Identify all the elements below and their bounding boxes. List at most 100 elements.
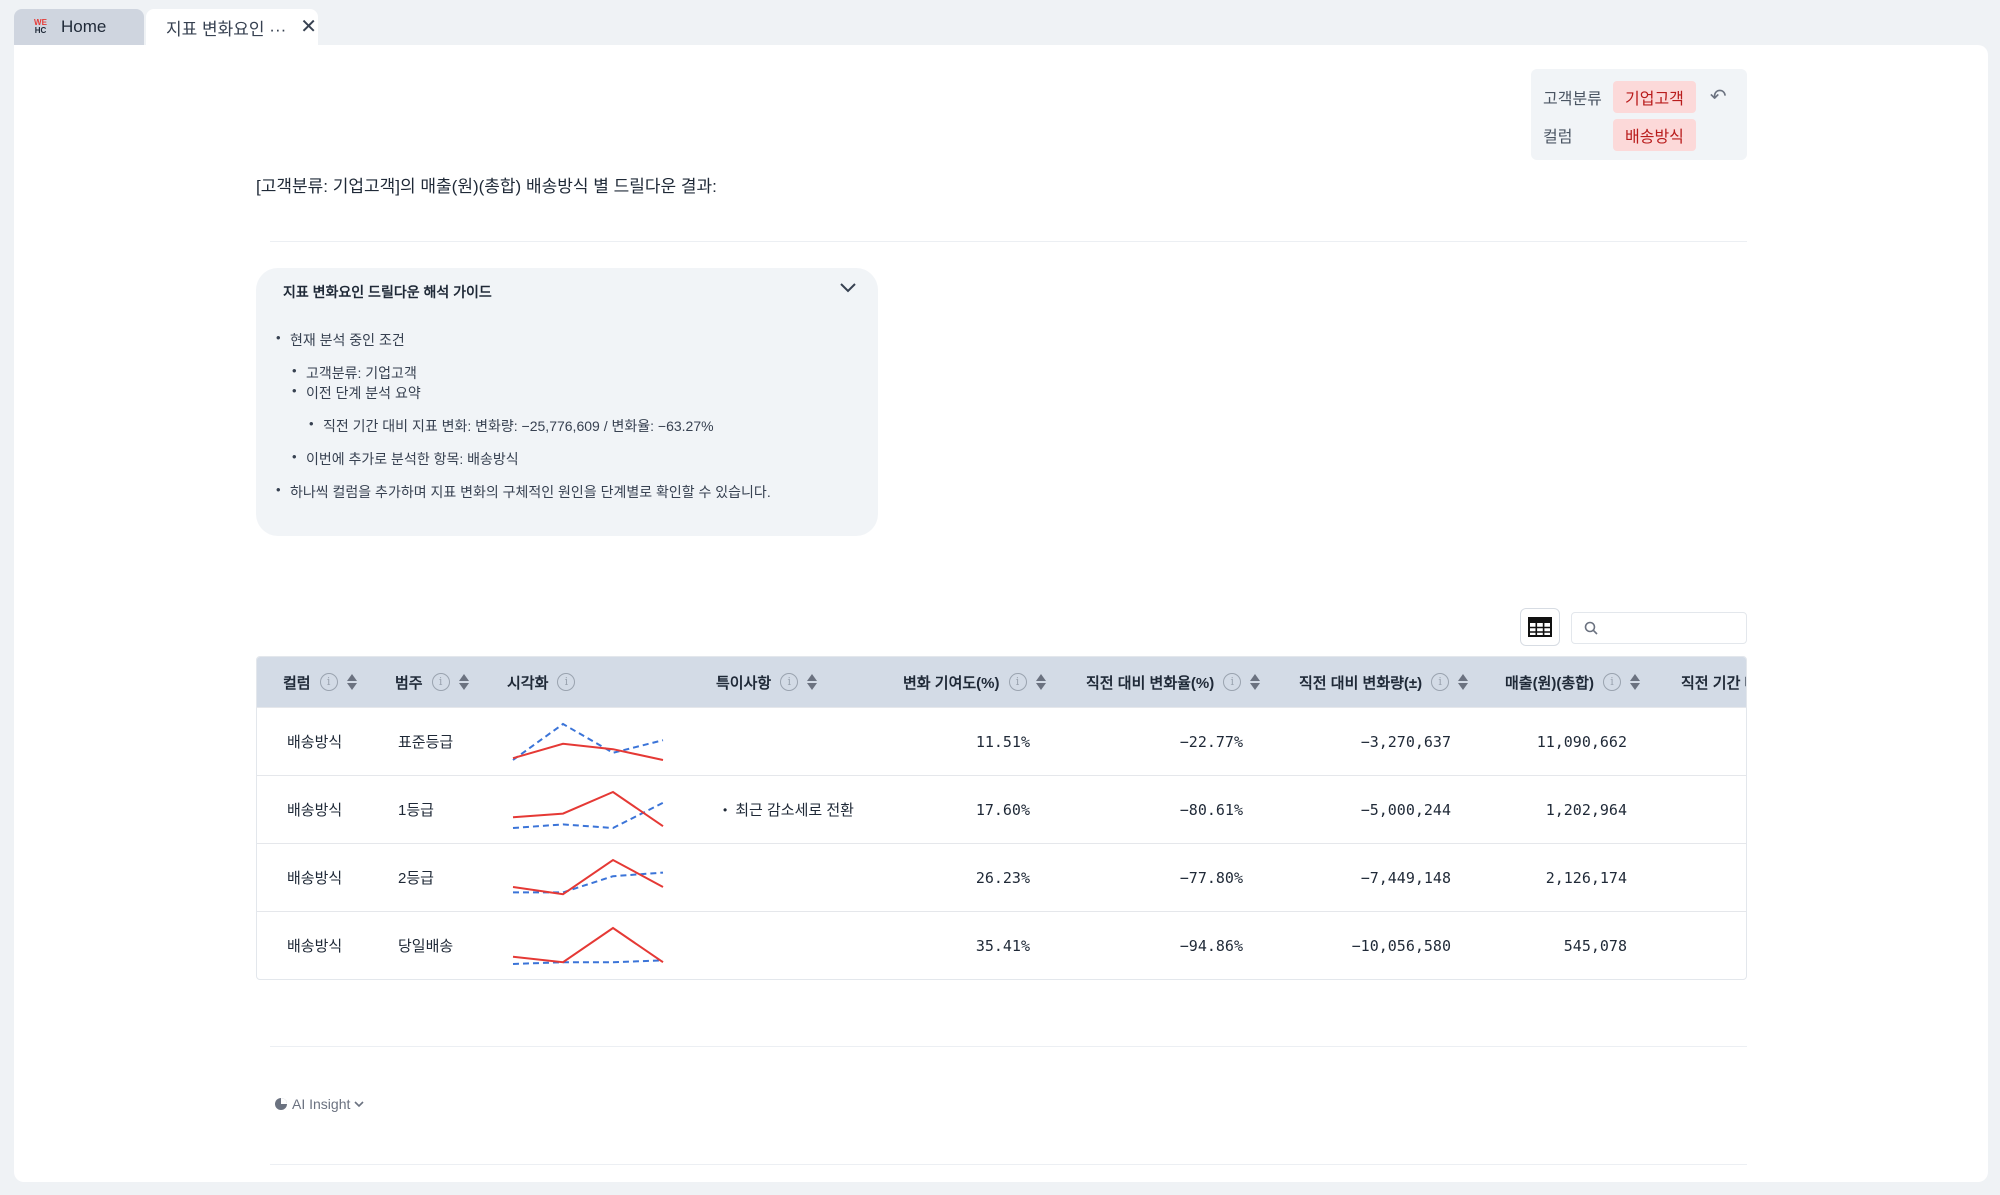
- cell-sales: 11,090,662: [1536, 732, 1627, 751]
- info-icon[interactable]: i: [780, 673, 799, 691]
- sparkline-previous: [512, 959, 664, 965]
- filter-key: 고객분류: [1543, 90, 1602, 108]
- ai-insight-toggle[interactable]: AI Insight: [274, 1096, 364, 1112]
- guide-item: 현재 분석 중인 조건: [276, 330, 405, 350]
- filter-row-customer: 고객분류 기업고객 ↶: [1543, 80, 1735, 113]
- sparkline-chart: [512, 722, 664, 761]
- sort-icon[interactable]: [1250, 674, 1261, 690]
- undo-icon[interactable]: ↶: [1710, 84, 1727, 109]
- table-icon: [1528, 617, 1552, 637]
- divider: [270, 241, 1747, 242]
- cell-change-amount: −7,449,148: [1360, 868, 1451, 887]
- search-input[interactable]: [1606, 620, 1746, 636]
- info-icon[interactable]: i: [1602, 673, 1621, 691]
- cell-column: 배송방식: [287, 870, 343, 887]
- cell-category: 당일배송: [398, 938, 454, 955]
- cell-category: 표준등급: [398, 734, 454, 751]
- tab-home[interactable]: WE HC Home: [14, 9, 144, 45]
- info-icon[interactable]: i: [1008, 673, 1027, 691]
- interpretation-guide: 지표 변화요인 드릴다운 해석 가이드 현재 분석 중인 조건 고객분류: 기업…: [256, 268, 878, 536]
- divider: [270, 1164, 1747, 1165]
- header-visualization: 시각화 i: [507, 657, 576, 707]
- cell-category: 1등급: [398, 802, 434, 819]
- tab-bar: WE HC Home 지표 변화요인 ··· ✕: [14, 9, 318, 45]
- info-icon[interactable]: i: [319, 673, 338, 691]
- guide-item: 이전 단계 분석 요약: [292, 383, 421, 403]
- chevron-down-icon[interactable]: [840, 280, 856, 298]
- drilldown-table: 컬럼 i 범주 i 시각화 i 특이사항 i 변화 기여도(%) i 직전 대비 변화율(…: [256, 656, 1747, 980]
- header-column[interactable]: 컬럼 i: [283, 657, 357, 707]
- header-sales[interactable]: 매출(원)(총합) i: [1505, 657, 1640, 707]
- table-row[interactable]: 배송방식 당일배송 35.41% −94.86% −10,056,580 545,078: [257, 911, 1746, 979]
- guide-item: 고객분류: 기업고객: [292, 363, 417, 383]
- cell-contribution: 17.60%: [975, 800, 1030, 819]
- tab-metric-drivers-label: 지표 변화요인 ···: [166, 19, 287, 39]
- ai-insight-label: AI Insight: [292, 1096, 351, 1112]
- table-header: 컬럼 i 범주 i 시각화 i 특이사항 i 변화 기여도(%) i 직전 대비 변화율(…: [257, 657, 1746, 707]
- cell-contribution: 26.23%: [975, 868, 1030, 887]
- sort-icon[interactable]: [807, 674, 818, 690]
- header-change-amount[interactable]: 직전 대비 변화량(±) i: [1299, 657, 1469, 707]
- guide-item: 직전 기간 대비 지표 변화: 변화량: −25,776,609 / 변화율: …: [309, 416, 714, 436]
- header-contribution[interactable]: 변화 기여도(%) i: [903, 657, 1046, 707]
- cell-sales: 545,078: [1563, 936, 1627, 955]
- cell-contribution: 35.41%: [975, 936, 1030, 955]
- filter-key: 컬럼: [1543, 128, 1573, 146]
- header-previous-sales[interactable]: 직전 기간 매: [1681, 657, 1746, 707]
- sparkline-current: [512, 926, 664, 964]
- table-row[interactable]: 배송방식 표준등급 11.51% −22.77% −3,270,637 11,090,66…: [257, 707, 1746, 775]
- cell-column: 배송방식: [287, 802, 343, 819]
- sparkline-current: [512, 790, 664, 828]
- sort-icon[interactable]: [1458, 674, 1469, 690]
- cell-note: 최근 감소세로 전환: [723, 776, 854, 843]
- filter-chip[interactable]: 배송방식: [1613, 118, 1696, 151]
- tab-metric-drivers[interactable]: 지표 변화요인 ··· ✕: [146, 9, 318, 45]
- info-icon[interactable]: i: [557, 673, 576, 691]
- table-row[interactable]: 배송방식 1등급 최근 감소세로 전환 17.60% −80.61% −5,000,244…: [257, 775, 1746, 843]
- header-note[interactable]: 특이사항 i: [716, 657, 818, 707]
- cell-column: 배송방식: [287, 734, 343, 751]
- sparkline-current: [512, 742, 664, 761]
- search-box: [1571, 612, 1747, 644]
- sort-icon[interactable]: [458, 674, 469, 690]
- cell-change-rate: −94.86%: [1179, 936, 1243, 955]
- ai-insight-icon: [275, 1098, 287, 1110]
- table-view-button[interactable]: [1520, 608, 1560, 646]
- cell-change-rate: −22.77%: [1179, 732, 1243, 751]
- cell-change-rate: −77.80%: [1179, 868, 1243, 887]
- cell-sales: 2,126,174: [1545, 868, 1627, 887]
- cell-change-amount: −10,056,580: [1351, 936, 1451, 955]
- cell-category: 2등급: [398, 870, 434, 887]
- sort-icon[interactable]: [1035, 674, 1046, 690]
- tab-home-label: Home: [61, 17, 107, 36]
- filter-chip[interactable]: 기업고객: [1613, 80, 1696, 113]
- table-row[interactable]: 배송방식 2등급 26.23% −77.80% −7,449,148 2,126,174: [257, 843, 1746, 911]
- cell-change-amount: −3,270,637: [1360, 732, 1451, 751]
- filter-summary: 고객분류 기업고객 ↶ 컬럼 배송방식: [1531, 69, 1747, 160]
- cell-change-amount: −5,000,244: [1360, 800, 1451, 819]
- guide-item: 하나씩 컬럼을 추가하며 지표 변화의 구체적인 원인을 단계별로 확인할 수 …: [276, 482, 771, 502]
- app-logo-icon: WE HC: [34, 17, 47, 35]
- info-icon[interactable]: i: [1431, 673, 1450, 691]
- sparkline-chart: [512, 790, 664, 830]
- result-title: [고객분류: 기업고객]의 매출(원)(총합) 배송방식 별 드릴다운 결과:: [256, 177, 717, 196]
- search-icon: [1584, 621, 1598, 635]
- cell-contribution: 11.51%: [975, 732, 1030, 751]
- sparkline-chart: [512, 858, 664, 896]
- cell-sales: 1,202,964: [1545, 800, 1627, 819]
- close-icon[interactable]: ✕: [300, 17, 317, 37]
- guide-title: 지표 변화요인 드릴다운 해석 가이드: [283, 284, 492, 300]
- filter-row-column: 컬럼 배송방식: [1543, 118, 1735, 151]
- sparkline-current: [512, 858, 664, 896]
- sort-icon[interactable]: [346, 674, 357, 690]
- header-change-rate[interactable]: 직전 대비 변화율(%) i: [1086, 657, 1261, 707]
- chevron-down-icon: [354, 1100, 364, 1107]
- info-icon[interactable]: i: [1223, 673, 1242, 691]
- sort-icon[interactable]: [1629, 674, 1640, 690]
- cell-column: 배송방식: [287, 938, 343, 955]
- header-category[interactable]: 범주 i: [395, 657, 469, 707]
- sparkline-chart: [512, 926, 664, 965]
- info-icon[interactable]: i: [431, 673, 450, 691]
- divider: [270, 1046, 1747, 1047]
- cell-change-rate: −80.61%: [1179, 800, 1243, 819]
